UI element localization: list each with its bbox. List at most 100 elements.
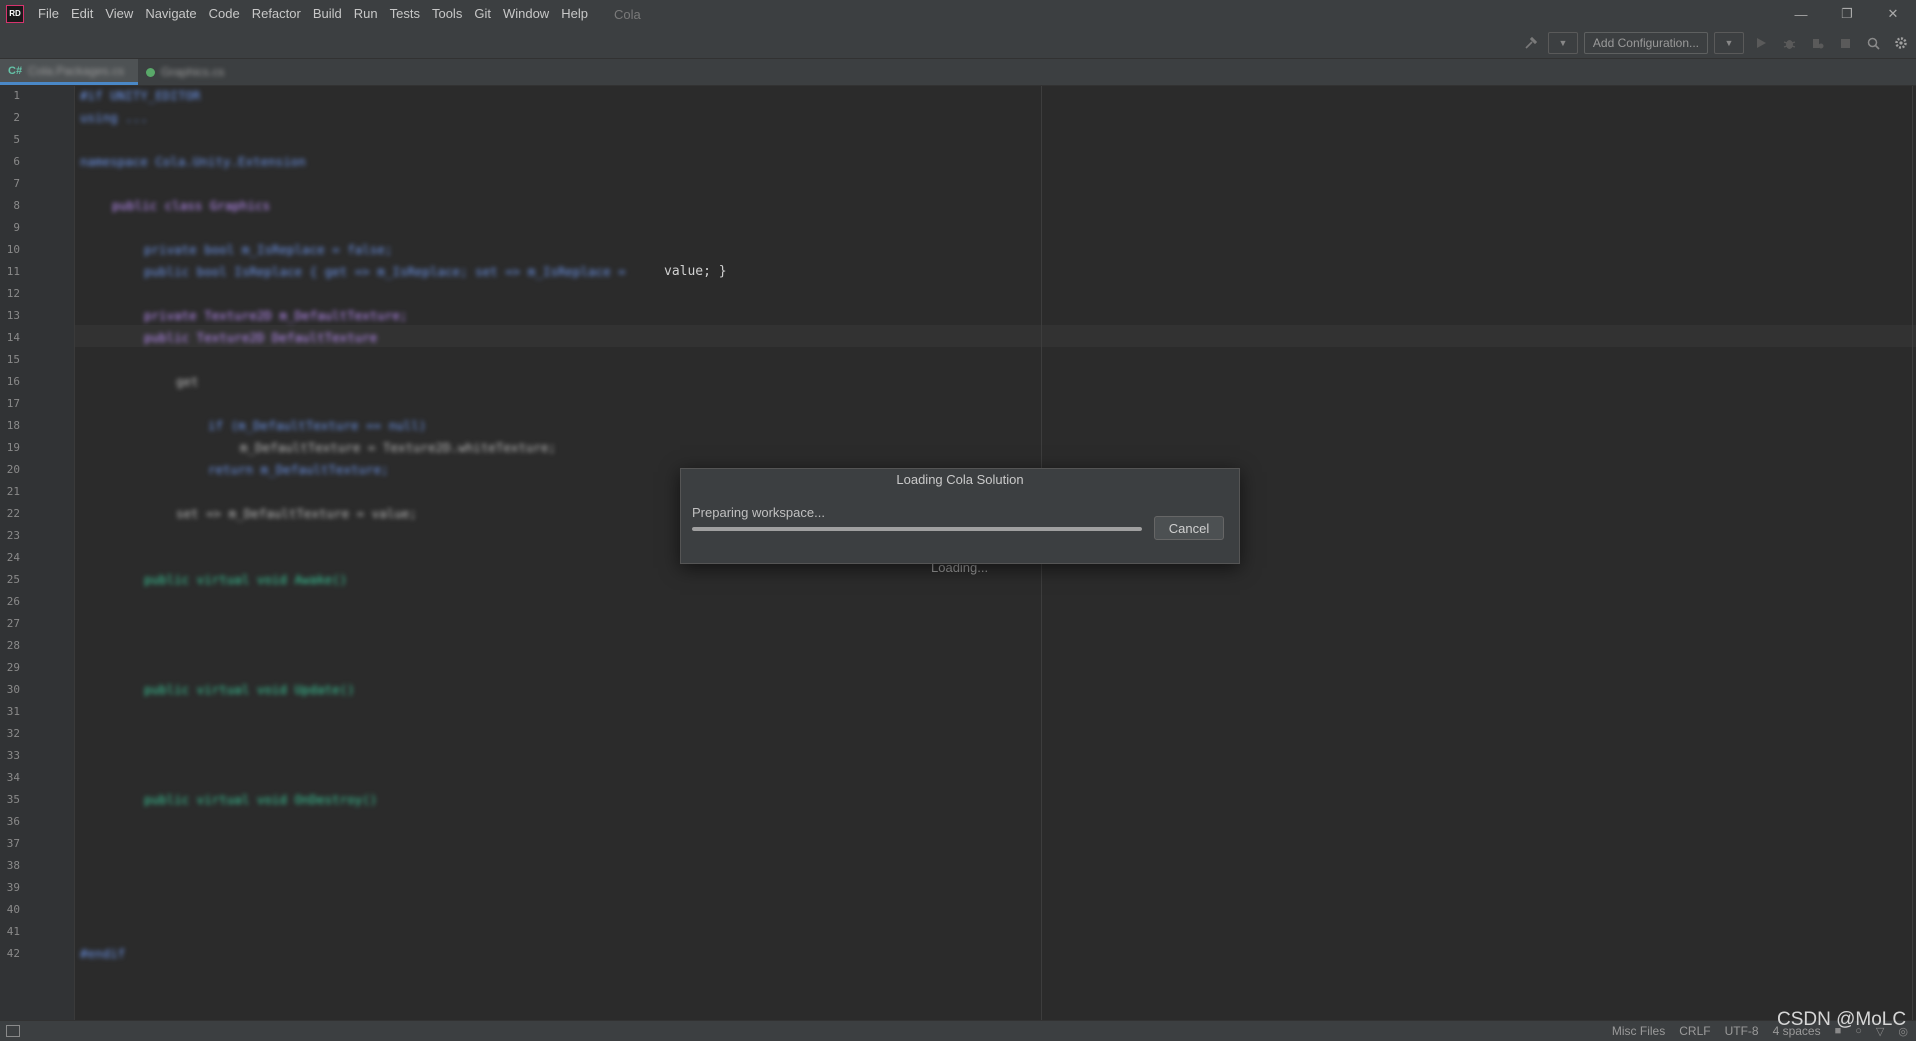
line-number: 17 [6, 397, 20, 410]
dialog-title: Loading Cola Solution [896, 472, 1024, 487]
menu-edit[interactable]: Edit [65, 0, 99, 28]
code-line: set => m_DefaultTexture = value; [176, 506, 417, 521]
tool-window-toggle-icon[interactable] [6, 1025, 20, 1037]
line-number: 8 [13, 199, 20, 212]
line-number: 37 [6, 837, 20, 850]
menu-code[interactable]: Code [203, 0, 246, 28]
status-line-endings[interactable]: CRLF [1679, 1024, 1710, 1038]
menu-help[interactable]: Help [555, 0, 594, 28]
line-number: 42 [6, 947, 20, 960]
dialog-status-text: Preparing workspace... [692, 505, 825, 520]
line-number: 35 [6, 793, 20, 806]
window-controls: — ❐ ✕ [1778, 0, 1916, 28]
line-number: 22 [6, 507, 20, 520]
status-context[interactable]: Misc Files [1612, 1024, 1665, 1038]
code-line: return m_DefaultTexture; [208, 462, 389, 477]
coverage-icon[interactable] [1806, 32, 1828, 54]
code-line: public bool IsReplace { get => m_IsRepla… [144, 264, 626, 279]
menu-run[interactable]: Run [348, 0, 384, 28]
line-number: 29 [6, 661, 20, 674]
line-number: 18 [6, 419, 20, 432]
code-line: public Texture2D DefaultTexture [144, 330, 378, 345]
code-line: #endif [80, 946, 126, 961]
line-number: 33 [6, 749, 20, 762]
line-number: 38 [6, 859, 20, 872]
line-number: 32 [6, 727, 20, 740]
line-number: 5 [13, 133, 20, 146]
close-button[interactable]: ✕ [1870, 0, 1916, 28]
line-number: 16 [6, 375, 20, 388]
code-line: public class Graphics [112, 198, 271, 213]
status-encoding[interactable]: UTF-8 [1725, 1024, 1759, 1038]
line-number: 1 [13, 89, 20, 102]
tab-graphics[interactable]: Graphics.cs [138, 59, 276, 85]
menu-window[interactable]: Window [497, 0, 555, 28]
visible-code-fragment: value; } [664, 264, 727, 279]
build-dropdown[interactable]: ▼ [1547, 32, 1578, 54]
line-number: 19 [6, 441, 20, 454]
line-number: 31 [6, 705, 20, 718]
code-line: private Texture2D m_DefaultTexture; [144, 308, 408, 323]
tab-cola-packages[interactable]: C# Cola.Packages.cs [0, 59, 138, 85]
menu-tools[interactable]: Tools [426, 0, 468, 28]
csharp-file-icon: C# [8, 64, 23, 77]
code-line: get [176, 374, 199, 389]
menu-tests[interactable]: Tests [384, 0, 426, 28]
code-line: private bool m_IsReplace = false; [144, 242, 393, 257]
line-number: 25 [6, 573, 20, 586]
code-line: using ... [80, 110, 148, 125]
code-line: public virtual void Awake() [144, 572, 348, 587]
code-line: namespace Cola.Unity.Extension [80, 154, 306, 169]
add-configuration-button[interactable]: Add Configuration... [1583, 32, 1708, 54]
settings-icon[interactable] [1890, 32, 1912, 54]
line-number: 13 [6, 309, 20, 322]
menu-file[interactable]: File [32, 0, 65, 28]
code-line: public virtual void Update() [144, 682, 355, 697]
line-number: 2 [13, 111, 20, 124]
line-number: 20 [6, 463, 20, 476]
hammer-icon[interactable] [1520, 32, 1542, 54]
editor-edge [1912, 86, 1913, 1020]
line-number: 24 [6, 551, 20, 564]
status-bar: Misc Files CRLF UTF-8 4 spaces ■ ○ ▽ ◎ [0, 1020, 1916, 1041]
line-number: 7 [13, 177, 20, 190]
watermark-text: CSDN @MoLC [1777, 1009, 1907, 1030]
stop-icon[interactable] [1834, 32, 1856, 54]
line-number: 12 [6, 287, 20, 300]
code-line: #if UNITY_EDITOR [80, 88, 201, 103]
editor-tabs: C# Cola.Packages.cs Graphics.cs [0, 59, 1916, 86]
rider-logo-icon: RD [6, 5, 24, 23]
line-number: 34 [6, 771, 20, 784]
line-number: 23 [6, 529, 20, 542]
progress-bar [692, 527, 1142, 531]
line-number: 41 [6, 925, 20, 938]
menu-navigate[interactable]: Navigate [139, 0, 202, 28]
debug-icon[interactable] [1778, 32, 1800, 54]
menu-refactor[interactable]: Refactor [246, 0, 307, 28]
line-number: 28 [6, 639, 20, 652]
line-number: 15 [6, 353, 20, 366]
cancel-button[interactable]: Cancel [1154, 516, 1224, 540]
line-number: 6 [13, 155, 20, 168]
menu-git[interactable]: Git [468, 0, 497, 28]
code-line: m_DefaultTexture = Texture2D.whiteTextur… [240, 440, 557, 455]
search-icon[interactable] [1862, 32, 1884, 54]
restore-button[interactable]: ❐ [1824, 0, 1870, 28]
loading-dialog: Loading Cola Solution Preparing workspac… [680, 468, 1240, 564]
menu-build[interactable]: Build [307, 0, 348, 28]
code-line: public virtual void OnDestroy() [144, 792, 378, 807]
project-name: Cola [613, 6, 641, 22]
minimize-button[interactable]: — [1778, 0, 1824, 28]
menu-view[interactable]: View [99, 0, 139, 28]
line-number: 30 [6, 683, 20, 696]
tab-label: Graphics.cs [161, 65, 225, 79]
code-line: if (m_DefaultTexture == null) [208, 418, 427, 433]
line-number: 10 [6, 243, 20, 256]
configuration-dropdown[interactable]: ▼ [1714, 32, 1744, 54]
line-number: 27 [6, 617, 20, 630]
main-toolbar: ▼ Add Configuration... ▼ [0, 28, 1916, 59]
line-number: 21 [6, 485, 20, 498]
line-number: 39 [6, 881, 20, 894]
run-icon[interactable] [1750, 32, 1772, 54]
file-status-icon [146, 67, 155, 77]
